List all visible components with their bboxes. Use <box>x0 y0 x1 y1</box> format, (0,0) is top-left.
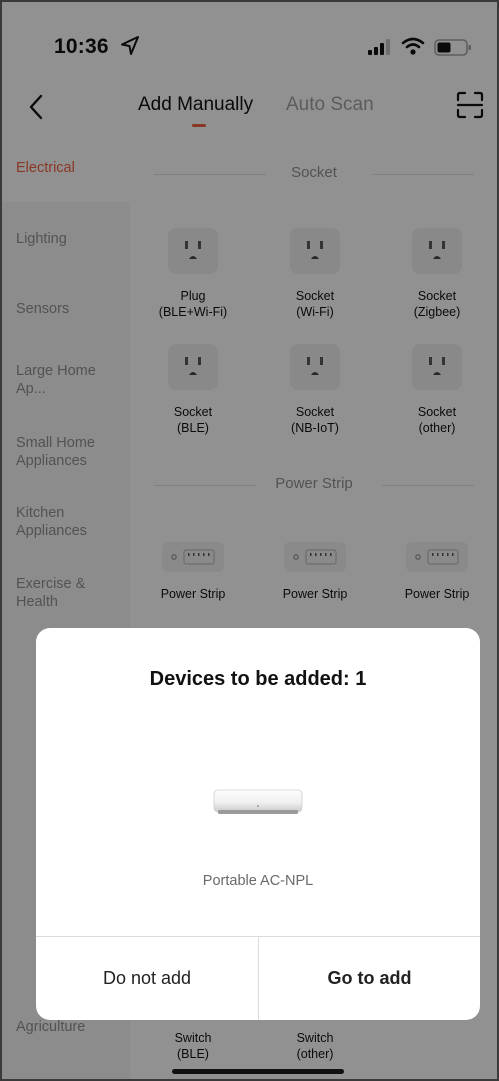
do-not-add-button[interactable]: Do not add <box>36 937 258 1020</box>
device-name: Portable AC-NPL <box>202 873 314 889</box>
dialog-title: Devices to be added: 1 <box>149 668 367 690</box>
devices-to-add-dialog: Devices to be added: 1 Portable AC-NPL D… <box>36 628 480 1020</box>
home-indicator <box>172 1069 344 1074</box>
air-conditioner-image <box>213 789 303 814</box>
phone-screen: 10:36 Add Manually Auto Scan Electrical … <box>0 0 499 1081</box>
go-to-add-button[interactable]: Go to add <box>259 937 480 1020</box>
